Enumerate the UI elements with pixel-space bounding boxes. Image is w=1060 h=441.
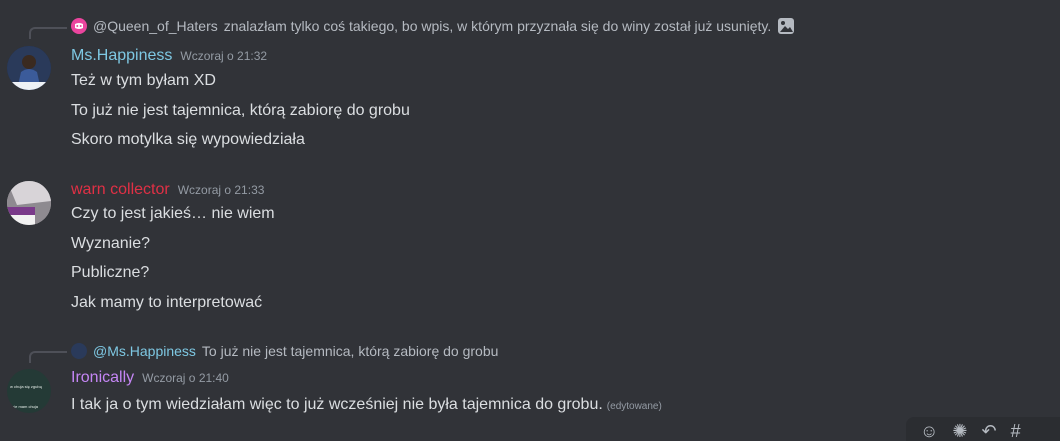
avatar-caption: nie mam chuja (12, 404, 39, 409)
username[interactable]: warn collector (71, 181, 170, 199)
super-reaction-icon[interactable]: ✺ (952, 421, 967, 441)
reply-text[interactable]: To już nie jest tajemnica, którą zabiorę… (202, 343, 499, 359)
message-text: Wyznanie? (71, 235, 151, 252)
message-text: Skoro motylka się wypowiedziała (71, 131, 305, 148)
warn-collector-avatar[interactable] (7, 181, 51, 225)
message-hover-toolbar: ☺ ✺ ↶ # (906, 417, 1060, 441)
timestamp: Wczoraj o 21:33 (177, 183, 265, 197)
message-text: Jak mamy to interpretować (71, 294, 263, 311)
username[interactable]: Ironically (71, 369, 134, 387)
message-text: I tak ja o tym wiedziałam więc to już wc… (71, 396, 603, 413)
timestamp: Wczoraj o 21:40 (142, 371, 229, 385)
discord-icon (71, 18, 87, 34)
reply-reference[interactable]: @Ms.Happiness To już nie jest tajemnica,… (71, 343, 498, 359)
message-text: Publiczne? (71, 264, 150, 281)
message-text: I tak ja o tym wiedziałam więc to już wc… (71, 396, 662, 414)
reply-text[interactable]: znalazłam tylko coś takiego, bo wpis, w … (224, 18, 772, 34)
message-text: Też w tym byłam XD (71, 72, 216, 89)
avatar-caption: w chuja się zgubą (10, 384, 42, 389)
ms-happiness-avatar[interactable] (7, 46, 51, 90)
ms-happiness-mini-avatar (71, 343, 87, 359)
add-reaction-icon[interactable]: ☺ (920, 421, 938, 441)
message-text: Czy to jest jakieś… nie wiem (71, 205, 275, 222)
reply-icon[interactable]: ↶ (981, 421, 996, 441)
reply-reference[interactable]: @Queen_of_Haters znalazłam tylko coś tak… (71, 17, 795, 35)
message-text: To już nie jest tajemnica, którą zabiorę… (71, 102, 410, 119)
reply-spine (29, 351, 67, 363)
thread-icon[interactable]: # (1011, 421, 1021, 441)
ironically-avatar[interactable]: w chuja się zgubą nie mam chuja (7, 369, 51, 413)
username[interactable]: Ms.Happiness (71, 47, 172, 65)
image-icon (777, 17, 795, 35)
edited-label: (edytowane) (606, 401, 662, 412)
reply-username[interactable]: @Queen_of_Haters (93, 18, 218, 34)
timestamp: Wczoraj o 21:32 (180, 49, 268, 63)
reply-username[interactable]: @Ms.Happiness (93, 343, 196, 359)
reply-spine (29, 27, 67, 39)
